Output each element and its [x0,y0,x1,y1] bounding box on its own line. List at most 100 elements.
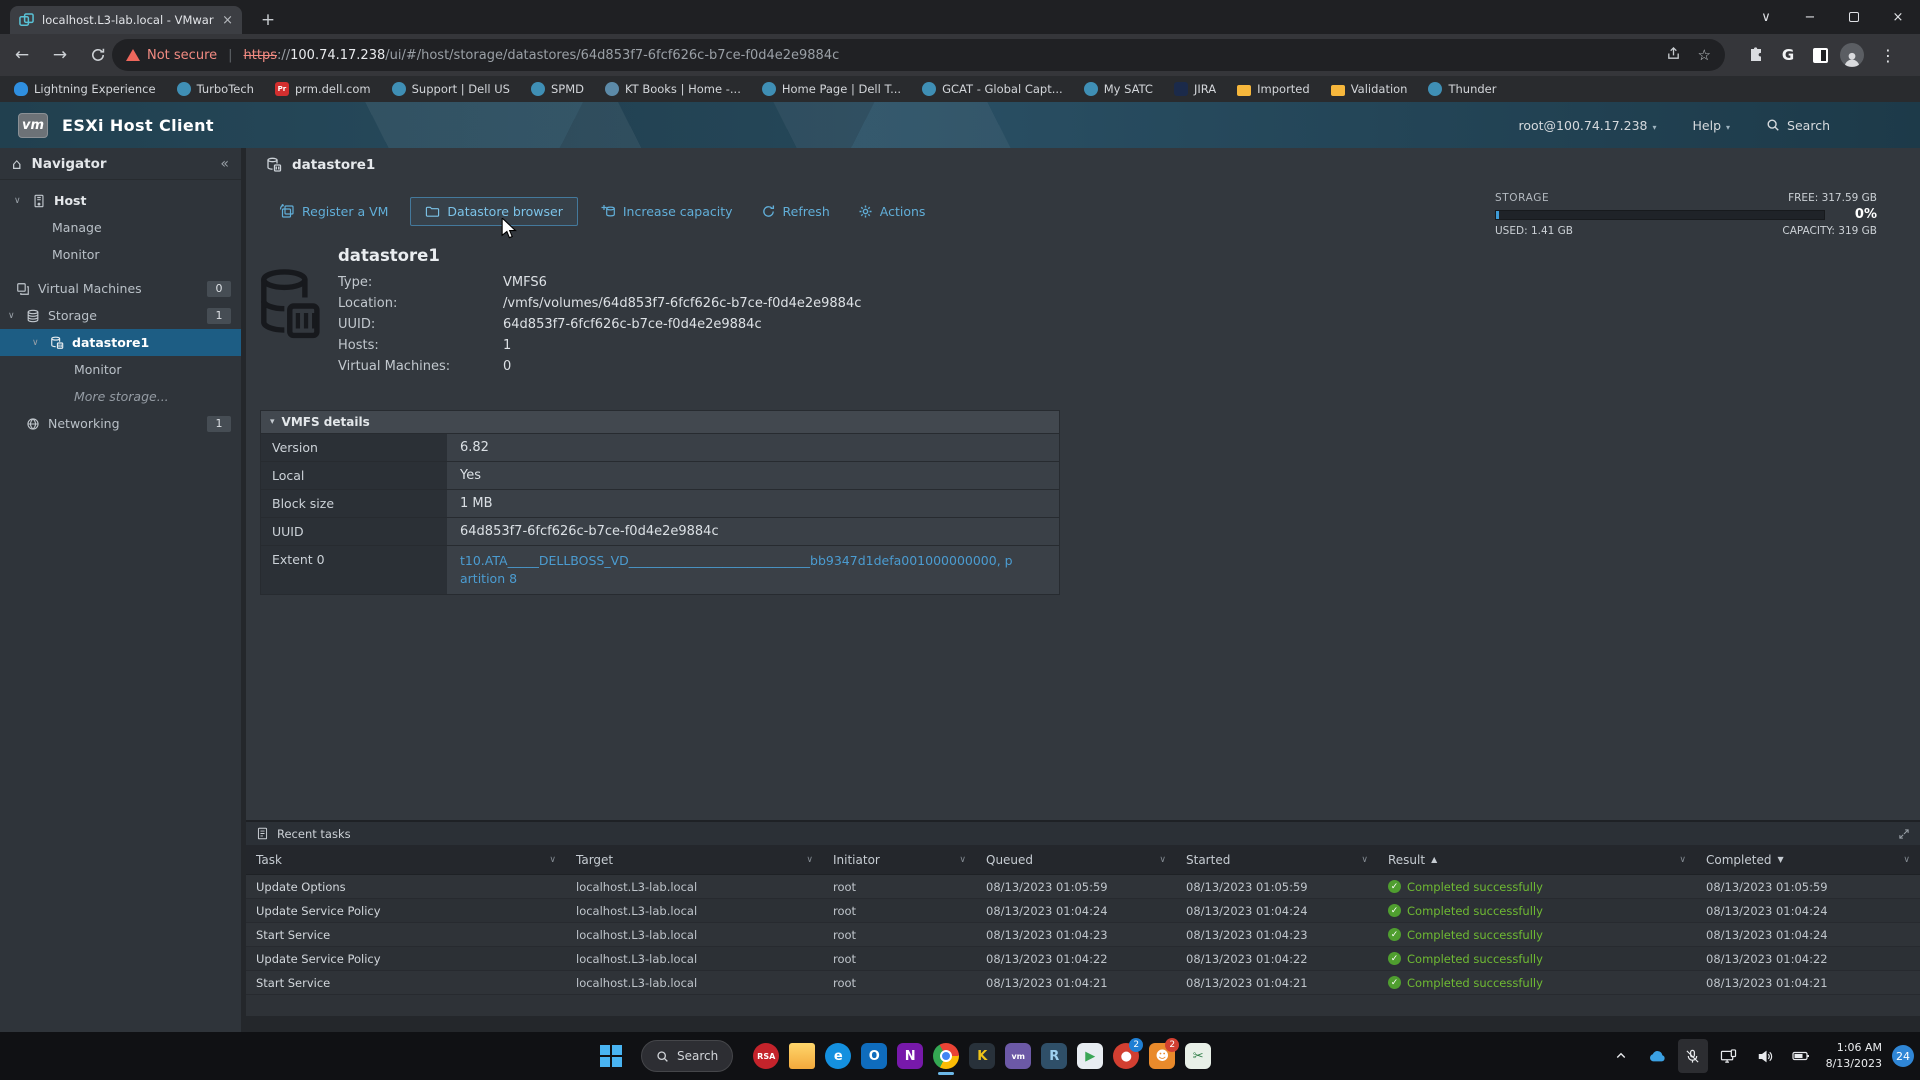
taskbar-icon-contacts[interactable]: ☻2 [1144,1036,1180,1076]
column-menu-icon[interactable]: ∨ [1903,855,1910,865]
bookmark-item[interactable]: Lightning Experience [14,82,156,96]
address-bar[interactable]: Not secure | https://100.74.17.238/ui/#/… [112,39,1725,71]
column-header-completed[interactable]: Completed ▼ ∨ [1696,845,1920,874]
task-row[interactable]: Start Servicelocalhost.L3-lab.localroot0… [246,971,1920,995]
taskbar-icon-recorder[interactable]: ●2 [1108,1036,1144,1076]
browser-menu-kebab-icon[interactable]: ⋮ [1872,39,1904,71]
bookmark-item[interactable]: Home Page | Dell T... [762,82,901,96]
column-header-result[interactable]: Result ▲ ∨ [1378,845,1696,874]
datastore-browser-button[interactable]: Datastore browser [410,197,577,226]
task-cell-completed: 08/13/2023 01:05:59 [1696,875,1920,898]
expand-panel-icon[interactable] [1898,828,1910,840]
taskbar-icon-snipping-tool[interactable]: ✂ [1180,1036,1216,1076]
share-icon[interactable] [1666,46,1681,65]
chevron-down-icon[interactable]: ∨ [14,196,24,206]
bookmark-item[interactable]: My SATC [1084,82,1153,96]
collapse-sidebar-icon[interactable]: « [220,156,229,172]
bookmark-label: JIRA [1194,82,1216,96]
chevron-down-icon[interactable]: ∨ [8,311,18,321]
bookmark-item[interactable]: GCAT - Global Capt... [922,82,1063,96]
sidebar-item-host-monitor[interactable]: Monitor [0,241,241,268]
column-header-initiator[interactable]: Initiator ∨ [823,845,976,874]
sidebar-item-host[interactable]: ∨ Host [0,187,241,214]
column-header-target[interactable]: Target ∨ [566,845,823,874]
bookmark-item[interactable]: KT Books | Home -... [605,82,741,96]
column-menu-icon[interactable]: ∨ [1159,855,1166,865]
taskbar-icon-edge[interactable]: e [820,1036,856,1076]
register-vm-button[interactable]: Register a VM [265,197,402,225]
refresh-icon [761,204,776,219]
tab-close-icon[interactable]: × [222,13,233,28]
back-icon[interactable]: ← [6,39,38,71]
sidebar-item-storage[interactable]: ∨ Storage 1 [0,302,241,329]
chevron-down-icon[interactable]: ∨ [32,338,42,348]
speaker-icon[interactable] [1750,1039,1780,1073]
new-tab-button[interactable]: + [256,8,280,32]
bookmark-item[interactable]: SPMD [531,82,584,96]
actions-button[interactable]: Actions [844,198,940,225]
notification-count-badge[interactable]: 24 [1892,1045,1914,1067]
task-row[interactable]: Update Optionslocalhost.L3-lab.localroot… [246,875,1920,899]
column-menu-icon[interactable]: ∨ [1361,855,1368,865]
hidden-icons-chevron-icon[interactable] [1606,1039,1636,1073]
sidebar-item-networking[interactable]: Networking 1 [0,410,241,437]
taskbar-icon-chrome[interactable] [928,1036,964,1076]
column-header-started[interactable]: Started ∨ [1176,845,1378,874]
taskbar-clock[interactable]: 1:06 AM 8/13/2023 [1826,1040,1882,1072]
app-search[interactable]: Search [1766,118,1830,133]
bookmark-item[interactable]: JIRA [1174,82,1216,96]
taskbar-icon-keepass[interactable]: K [964,1036,1000,1076]
onedrive-cloud-icon[interactable] [1642,1039,1672,1073]
extensions-puzzle-icon[interactable] [1740,39,1772,71]
column-menu-icon[interactable]: ∨ [806,855,813,865]
vmfs-details-header[interactable]: ▾ VMFS details [261,411,1059,433]
window-restore-icon[interactable] [1832,0,1876,34]
microphone-muted-icon[interactable] [1678,1039,1708,1073]
bookmark-item[interactable]: Prprm.dell.com [275,82,371,96]
browser-tab[interactable]: localhost.L3-lab.local - VMware E × [10,6,242,34]
increase-capacity-button[interactable]: Increase capacity [586,197,747,225]
column-menu-icon[interactable]: ∨ [1679,855,1686,865]
sidebar-item-more-storage[interactable]: More storage... [0,383,241,410]
taskbar-icon-outlook[interactable]: O [856,1036,892,1076]
column-menu-icon[interactable]: ∨ [959,855,966,865]
battery-icon[interactable] [1786,1039,1816,1073]
taskbar-icon-onenote[interactable]: N [892,1036,928,1076]
help-menu[interactable]: Help▾ [1693,118,1731,133]
display-device-icon[interactable] [1714,1039,1744,1073]
sidebar-item-datastore-monitor[interactable]: Monitor [0,356,241,383]
taskbar-icon-rsa-securid[interactable]: RSA [748,1036,784,1076]
column-header-queued[interactable]: Queued ∨ [976,845,1176,874]
column-menu-icon[interactable]: ∨ [549,855,556,865]
extent-link[interactable]: t10.ATA_____DELLBOSS_VD_________________… [460,552,1020,588]
taskbar-icon-file-explorer[interactable] [784,1036,820,1076]
column-header-task[interactable]: Task ∨ [246,845,566,874]
task-row[interactable]: Start Servicelocalhost.L3-lab.localroot0… [246,923,1920,947]
taskbar-icon-remote-desktop[interactable]: R [1036,1036,1072,1076]
reload-icon[interactable] [82,39,114,71]
forward-icon[interactable]: → [44,39,76,71]
bookmark-item[interactable]: Support | Dell US [392,82,510,96]
user-menu[interactable]: root@100.74.17.238▾ [1519,118,1657,133]
window-minimize-icon[interactable]: − [1788,0,1832,34]
sidebar-item-host-manage[interactable]: Manage [0,214,241,241]
task-row[interactable]: Update Service Policylocalhost.L3-lab.lo… [246,947,1920,971]
bookmark-item[interactable]: Thunder [1428,82,1496,96]
taskbar-icon-media-app[interactable]: ▶ [1072,1036,1108,1076]
refresh-button[interactable]: Refresh [747,198,844,225]
sidebar-item-datastore1[interactable]: ∨ datastore1 [0,329,241,356]
bookmark-item[interactable]: Validation [1331,82,1408,96]
profile-avatar[interactable] [1836,39,1868,71]
taskbar-search[interactable]: Search [641,1040,733,1072]
bookmark-item[interactable]: TurboTech [177,82,254,96]
start-button[interactable] [596,1036,632,1076]
bookmark-item[interactable]: Imported [1237,82,1310,96]
google-account-icon[interactable]: G [1772,39,1804,71]
extension-square-icon[interactable] [1804,39,1836,71]
tab-search-icon[interactable]: ∨ [1744,0,1788,34]
bookmark-star-icon[interactable]: ☆ [1698,46,1711,64]
sidebar-item-virtual-machines[interactable]: Virtual Machines 0 [0,275,241,302]
task-row[interactable]: Update Service Policylocalhost.L3-lab.lo… [246,899,1920,923]
taskbar-icon-vmware-workstation[interactable]: vm [1000,1036,1036,1076]
window-close-icon[interactable]: × [1876,0,1920,34]
